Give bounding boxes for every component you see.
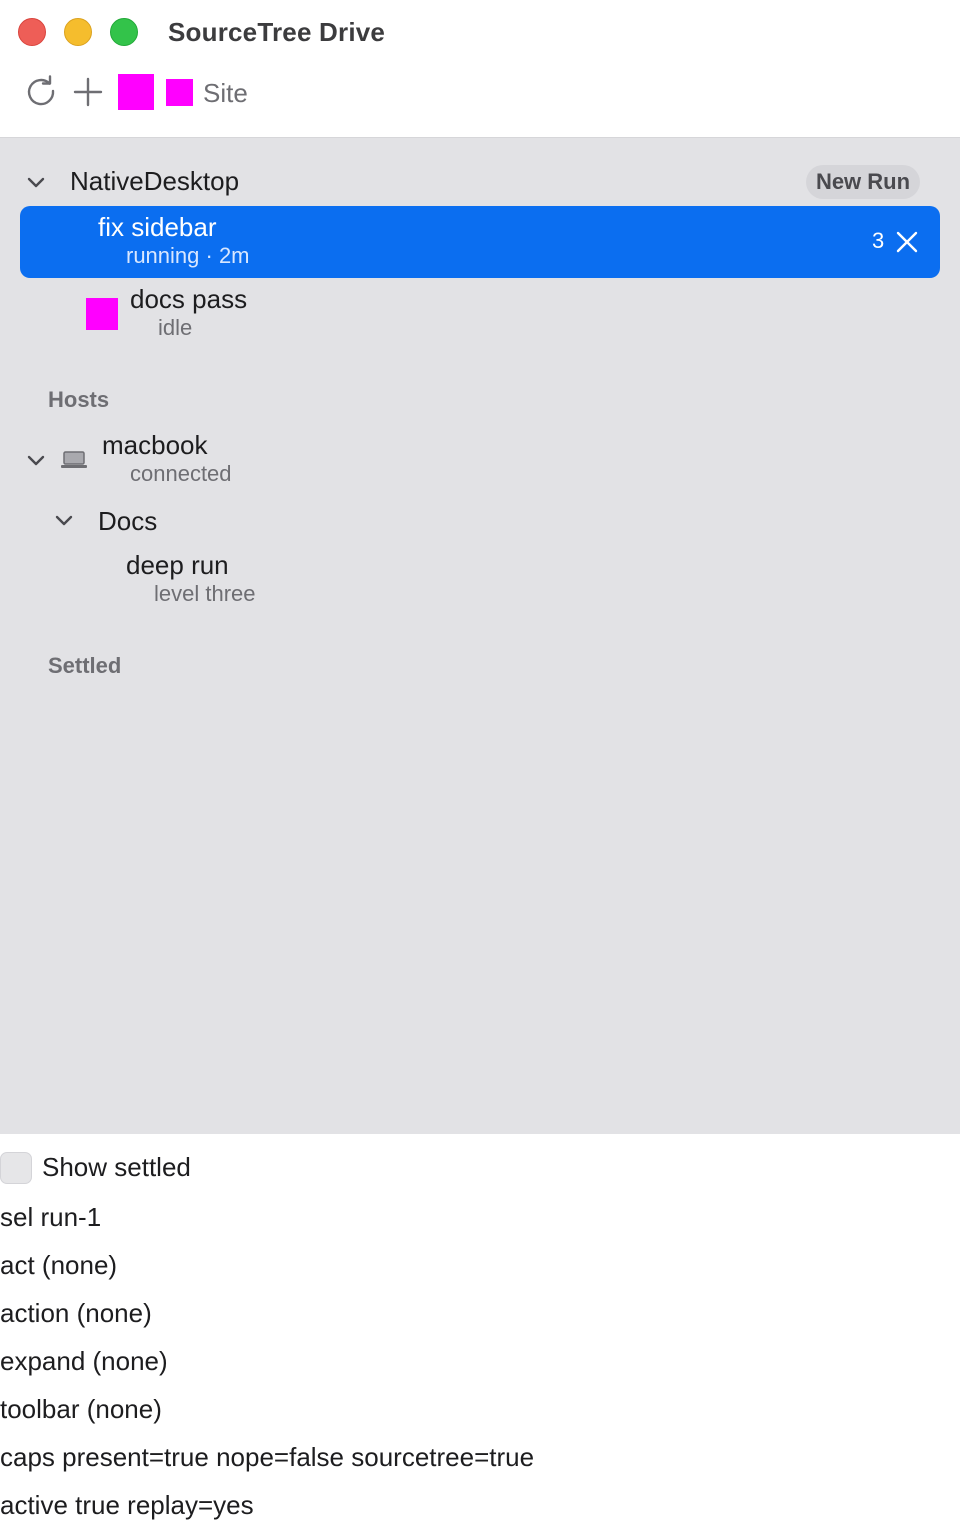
nested-run-title[interactable]: deep run (126, 550, 229, 581)
close-icon[interactable] (896, 231, 918, 253)
refresh-icon[interactable] (24, 74, 58, 108)
chevron-down-icon[interactable] (26, 454, 46, 468)
toolbar: Site (0, 66, 960, 188)
sidebar: NativeDesktop New Run fix sidebar runnin… (0, 138, 960, 1134)
status-line-caps: caps present=true nope=false sourcetree=… (0, 1442, 535, 1472)
show-settled-checkbox[interactable] (0, 1152, 32, 1184)
run-status: idle (158, 315, 193, 340)
show-settled-label[interactable]: Show settled (42, 1152, 191, 1183)
hosts-section-header: Hosts (48, 387, 110, 412)
new-run-button[interactable]: New Run (806, 165, 920, 199)
run-count-badge: 3 (872, 228, 885, 253)
host-status: connected (130, 461, 232, 486)
debug-panel: Show settled sel run-1 act (none) action… (0, 1134, 960, 1520)
site-icon[interactable] (166, 79, 193, 106)
run-status: running · 2m (126, 243, 250, 268)
settled-section-header: Settled (48, 653, 122, 678)
status-line-selection: sel run-1 (0, 1202, 102, 1232)
host-name[interactable]: macbook (102, 430, 208, 461)
minimize-window-button[interactable] (64, 18, 92, 46)
chevron-down-icon[interactable] (26, 176, 46, 190)
run-title[interactable]: docs pass (130, 284, 247, 315)
toolbar-spacer (0, 122, 960, 138)
window-title: SourceTree Drive (168, 17, 386, 47)
status-line-active: active true replay=yes (0, 1490, 254, 1520)
chevron-down-icon[interactable] (54, 514, 74, 528)
placeholder-icon-large[interactable] (118, 74, 154, 110)
run-title: fix sidebar (98, 212, 217, 242)
zoom-window-button[interactable] (110, 18, 138, 46)
run-item-selected[interactable]: fix sidebar running · 2m 3 (20, 206, 940, 278)
title-bar: SourceTree Drive (0, 0, 960, 66)
folder-name[interactable]: Docs (98, 506, 157, 537)
status-line-toolbar: toolbar (none) (0, 1394, 162, 1424)
add-icon[interactable] (72, 76, 104, 108)
project-name[interactable]: NativeDesktop (70, 166, 239, 197)
status-line-expand: expand (none) (0, 1346, 168, 1376)
site-button-label[interactable]: Site (203, 78, 248, 109)
run-marker-icon (86, 298, 118, 330)
nested-run-subtitle: level three (154, 581, 256, 606)
status-line-act: act (none) (0, 1250, 118, 1280)
status-line-action: action (none) (0, 1298, 152, 1328)
laptop-icon (61, 451, 87, 468)
close-window-button[interactable] (18, 18, 46, 46)
